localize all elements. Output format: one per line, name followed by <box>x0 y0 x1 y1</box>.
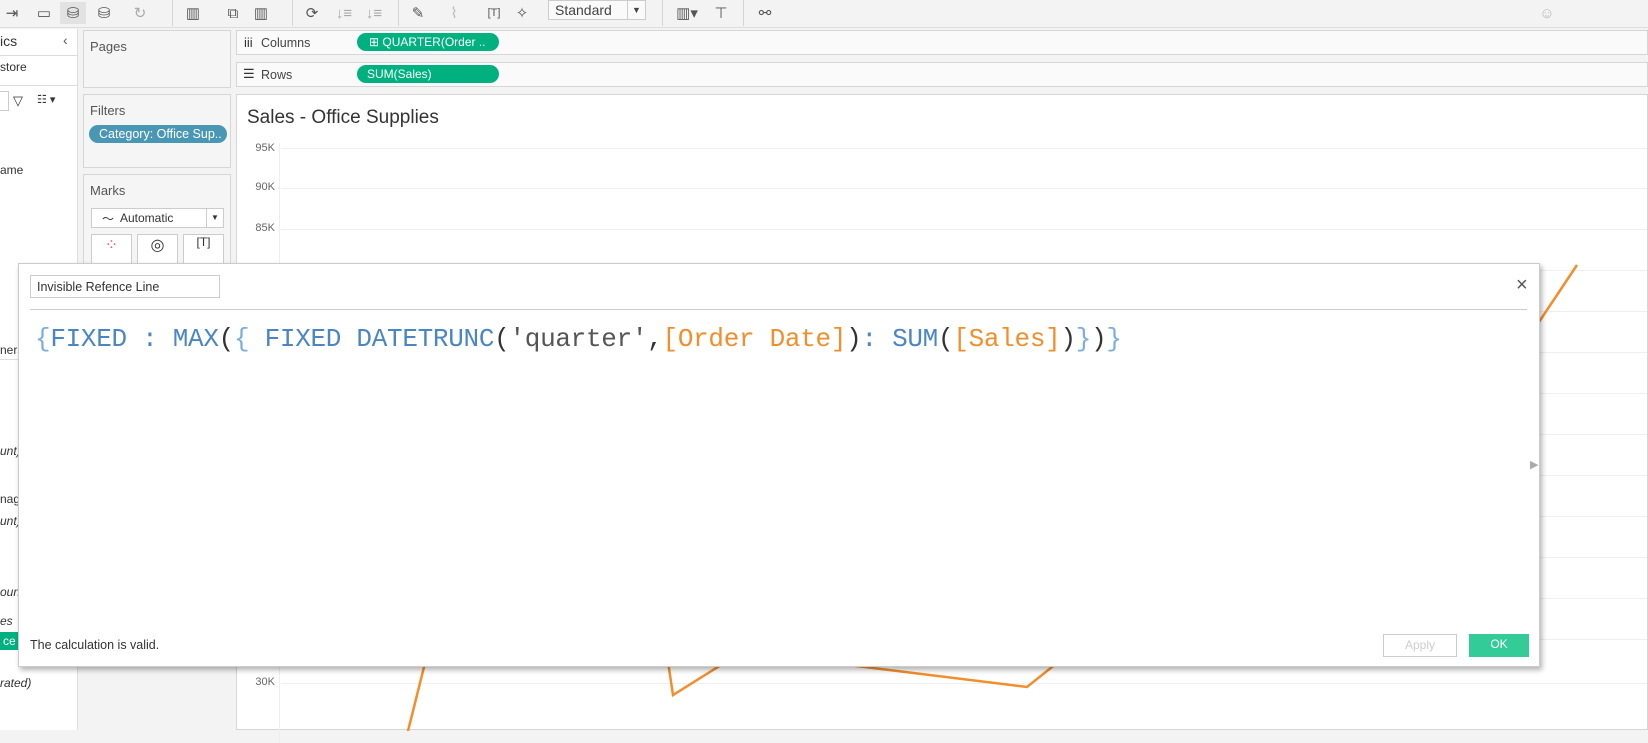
rows-shelf[interactable]: ☰ Rows SUM(Sales) <box>236 62 1648 87</box>
columns-icon: iii <box>244 35 253 50</box>
chevron-down-icon: ▼ <box>206 209 223 227</box>
pages-title: Pages <box>90 39 127 54</box>
field-item[interactable]: rated) <box>0 676 31 690</box>
code-token-kw: SUM <box>892 324 938 354</box>
rows-label: Rows <box>261 68 293 82</box>
mark-type-value: Automatic <box>120 211 174 225</box>
close-icon[interactable]: × <box>1516 274 1528 297</box>
pin-icon[interactable]: ✧ <box>512 2 532 24</box>
code-token-kw: FIXED <box>249 324 357 354</box>
sort-descending-icon[interactable]: ↓≡ <box>364 2 384 24</box>
columns-pill[interactable]: ⊞ QUARTER(Order .. <box>357 33 499 51</box>
filters-title: Filters <box>90 103 126 118</box>
filters-card[interactable]: Filters Category: Office Sup.. <box>83 94 231 168</box>
filter-icon[interactable]: ▽ <box>13 93 23 109</box>
swap-rows-columns-icon[interactable]: ⟳ <box>302 2 322 24</box>
code-token-brace: } <box>1075 324 1092 354</box>
swap-icon[interactable]: ⇥ <box>0 2 24 24</box>
view-size-value: Standard <box>555 2 612 18</box>
code-token-brace: { <box>35 324 51 354</box>
calculation-name-input[interactable] <box>30 275 220 298</box>
code-token-brace: { <box>233 324 250 354</box>
ok-button[interactable]: OK <box>1469 634 1529 657</box>
rows-icon: ☰ <box>243 66 255 81</box>
field-item[interactable]: es <box>0 614 13 628</box>
code-token-paren: ) <box>1060 324 1076 354</box>
line-mark-icon: 〜 <box>102 212 115 226</box>
new-worksheet-icon[interactable]: ▥ <box>182 2 204 24</box>
show-me-icon[interactable]: ▥▾ <box>672 2 702 24</box>
field-item[interactable]: ame <box>0 163 23 177</box>
code-token-paren: ) <box>1091 324 1107 354</box>
code-token-brace: } <box>1106 324 1122 354</box>
code-token-kw: : <box>126 324 173 354</box>
toolbar: ⇥ ▭ ⛁ ⛁ ↻ ▥ ⧉ ▥ ⟳ ↓≡ ↓≡ ✎ ⌇ [T] ✧ Standa… <box>0 0 1648 28</box>
highlight-icon[interactable]: ✎ <box>408 2 428 24</box>
mark-type-dropdown[interactable]: 〜 Automatic ▼ <box>91 208 224 228</box>
code-token-str: 'quarter' <box>509 324 648 354</box>
validation-status: The calculation is valid. <box>30 638 160 652</box>
user-icon[interactable]: ☺ <box>1536 2 1558 24</box>
collapse-icon[interactable]: ‹ <box>63 32 68 48</box>
list-view-icon[interactable]: ☷ ▾ <box>37 93 55 106</box>
new-datasource-icon[interactable]: ⛁ <box>60 2 86 24</box>
expand-arrow-icon[interactable]: ▶ <box>1530 458 1538 471</box>
columns-shelf[interactable]: iii Columns ⊞ QUARTER(Order .. <box>236 30 1648 55</box>
clear-sheet-icon[interactable]: ▥ <box>250 2 272 24</box>
share-icon[interactable]: ⚯ <box>754 2 776 24</box>
search-field[interactable] <box>0 91 9 111</box>
code-token-paren: ) <box>846 324 862 354</box>
duplicate-sheet-icon[interactable]: ⧉ <box>222 2 244 24</box>
calculation-dialog: × {FIXED : MAX({ FIXED DATETRUNC('quarte… <box>18 263 1540 667</box>
code-token-paren: , <box>647 324 663 354</box>
code-token-kw: : <box>861 324 893 354</box>
group-icon[interactable]: ⌇ <box>444 2 464 24</box>
view-size-dropdown[interactable]: Standard ▼ <box>548 0 646 20</box>
show-labels-icon[interactable]: [T] <box>484 2 504 24</box>
columns-label: Columns <box>261 36 311 50</box>
code-token-kw: FIXED <box>50 324 127 354</box>
calculation-editor[interactable]: {FIXED : MAX({ FIXED DATETRUNC('quarter'… <box>35 324 1122 354</box>
apply-button[interactable]: Apply <box>1383 634 1457 657</box>
sort-ascending-icon[interactable]: ↓≡ <box>334 2 354 24</box>
code-token-field: [Order Date] <box>662 324 847 354</box>
columns-pill-label: QUARTER(Order .. <box>382 35 486 49</box>
filter-pill-category[interactable]: Category: Office Sup.. <box>89 125 227 143</box>
code-token-field: [Sales] <box>953 324 1061 354</box>
data-pane-header: ics <box>0 33 18 49</box>
chevron-down-icon: ▼ <box>627 1 645 19</box>
marks-title: Marks <box>90 183 126 198</box>
code-token-paren: ( <box>218 324 235 354</box>
code-token-kw: DATETRUNC <box>356 324 495 354</box>
marks-card: Marks 〜 Automatic ▼ ⁘ ◎ [T] <box>83 174 231 274</box>
field-item-selected[interactable]: ce <box>0 632 20 650</box>
code-token-kw: MAX <box>172 324 219 354</box>
datasource-item[interactable]: store <box>0 60 27 74</box>
pause-updates-icon[interactable]: ⛁ <box>94 2 114 24</box>
rows-pill[interactable]: SUM(Sales) <box>357 65 499 83</box>
save-icon[interactable]: ▭ <box>34 2 54 24</box>
presentation-icon[interactable]: ⊤ <box>710 2 732 24</box>
code-token-paren: ( <box>938 324 954 354</box>
pages-card[interactable]: Pages <box>83 30 231 88</box>
refresh-icon[interactable]: ↻ <box>130 2 150 24</box>
code-token-paren: ( <box>494 324 510 354</box>
